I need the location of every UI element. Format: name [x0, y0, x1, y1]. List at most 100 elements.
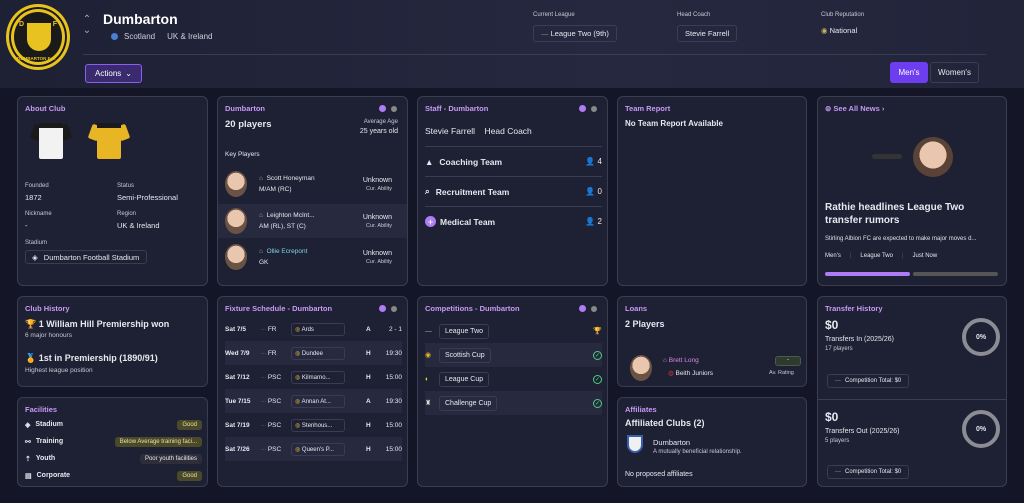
away-kit-icon — [87, 118, 131, 160]
mens-tab[interactable]: Men's — [890, 62, 928, 83]
news-carousel-active[interactable] — [825, 272, 910, 276]
medical-team-row[interactable]: + Medical Team 👤 2 — [425, 206, 602, 236]
loan-club[interactable]: ◍ Beith Juniors — [668, 369, 713, 377]
trophy-icon: 🏆 — [593, 328, 602, 335]
reputation-icon: ◉ — [821, 26, 828, 35]
loan-rating-badge: - — [775, 356, 801, 366]
stadium-icon: ◈ — [25, 421, 31, 429]
pagination-dots[interactable] — [379, 105, 397, 112]
fixture-row[interactable]: Sat 7/12 ⋯ PSC ◍ Kilmarno... H 15:00 — [225, 365, 402, 389]
coaching-team-row[interactable]: ▲ Coaching Team 👤 4 — [425, 146, 602, 176]
founded-value: 1872 — [25, 193, 42, 202]
cup-icon: ◐ — [425, 375, 430, 383]
club-badge-icon: ◍ — [295, 374, 301, 381]
affiliate-club-name[interactable]: Dumbarton — [653, 438, 690, 447]
status-value: Semi-Professional — [117, 193, 178, 202]
club-badge-icon: ◍ — [295, 350, 301, 357]
stadium-button[interactable]: ◈ Dumbarton Football Stadium — [25, 250, 148, 264]
competition-row[interactable]: — League Two 🏆 — [425, 319, 602, 343]
chevron-down-icon: ⌄ — [125, 69, 132, 78]
crest-text: DUMBARTON F.C. — [17, 56, 56, 61]
search-icon: ⌕ — [425, 186, 430, 196]
cone-icon: ▲ — [425, 156, 434, 167]
transfers-out-amount: $0 — [825, 410, 839, 424]
card-title[interactable]: Competitions - Dumbarton — [425, 304, 520, 313]
reputation-section: Club Reputation ◉ National — [821, 12, 865, 35]
womens-tab[interactable]: Women's — [930, 62, 979, 83]
card-title[interactable]: Facilities — [25, 405, 57, 414]
recruitment-team-row[interactable]: ⌕ Recruitment Team 👤 0 — [425, 176, 602, 206]
training-icon: ⚯ — [25, 438, 31, 446]
average-age: 25 years old — [359, 128, 398, 135]
check-icon: ✓ — [593, 350, 602, 360]
club-name: Dumbarton — [103, 11, 178, 27]
pagination-dots[interactable] — [379, 305, 397, 312]
home-kit-icon — [29, 118, 73, 160]
card-title[interactable]: Club History — [25, 304, 70, 313]
card-title[interactable]: Dumbarton — [225, 104, 265, 113]
card-title[interactable]: Loans — [625, 304, 647, 313]
card-title[interactable]: Transfer History — [825, 304, 883, 313]
about-club-card: About Club Founded 1872 Status Semi-Prof… — [17, 96, 208, 286]
player-avatar — [225, 244, 247, 270]
cup-icon: ◉ — [425, 352, 432, 359]
loans-card: Loans 2 Players ⌂ Brett Long ◍ Beith Jun… — [617, 296, 807, 387]
card-title[interactable]: About Club — [25, 104, 65, 113]
transfer-history-card: Transfer History $0 Transfers In (2025/2… — [817, 296, 1007, 487]
chevron-right-icon: › — [881, 104, 885, 113]
head-coach-section: Head Coach Stevie Farrell — [677, 12, 738, 42]
loans-count: 2 Players — [625, 319, 665, 329]
key-player-row[interactable]: ⌂ Leighton McInt... AM (RL), ST (C) Unkno… — [218, 204, 407, 238]
see-all-news-link[interactable]: ⊜ See All News › — [825, 104, 884, 113]
medal-icon: 🏅 — [25, 353, 37, 363]
key-player-row[interactable]: ⌂ Ollie Ecrepont GK Unknown Cur. Ability — [218, 240, 407, 274]
check-icon: ✓ — [593, 398, 602, 408]
actions-button[interactable]: Actions ⌄ — [85, 64, 142, 83]
fixture-row[interactable]: Sat 7/19 ⋯ PSC ◍ Stenhous... H 15:00 — [225, 413, 402, 437]
facility-corporate-row: ▤ Corporate Good — [25, 467, 202, 484]
key-player-row[interactable]: ⌂ Scott Honeyman M/AM (RC) Unknown Cur. Ab… — [218, 167, 407, 201]
card-title[interactable]: Fixture Schedule - Dumbarton — [225, 304, 332, 313]
head-coach-row[interactable]: Stevie Farrell Head Coach — [425, 126, 532, 136]
transfers-in-ring: 0% — [962, 318, 1000, 356]
card-title[interactable]: Team Report — [625, 104, 670, 113]
fixture-row[interactable]: Wed 7/9 ⋯ FR ◍ Dundee H 19:30 — [225, 341, 402, 365]
fixture-row[interactable]: Sat 7/26 ⋯ PSC ◍ Queen's P... H 15:00 — [225, 437, 402, 461]
competition-total-out: — Competition Total: $0 — [827, 465, 910, 479]
affiliate-club-crest — [627, 435, 643, 453]
player-avatar — [225, 208, 247, 234]
club-badge-icon: ◍ — [295, 398, 301, 405]
region-value: UK & Ireland — [117, 221, 160, 230]
pagination-dots[interactable] — [579, 105, 597, 112]
person-icon: 👤 — [585, 187, 596, 196]
competition-row[interactable]: ◉ Scottish Cup ✓ — [425, 343, 602, 367]
affiliates-card: Affiliates Affiliated Clubs (2) Dumbarto… — [617, 397, 807, 487]
news-headline[interactable]: Rathie headlines League Two transfer rum… — [825, 201, 1000, 227]
card-title[interactable]: Staff - Dumbarton — [425, 104, 488, 113]
card-title[interactable]: Affiliates — [625, 405, 657, 414]
head-coach-value[interactable]: Stevie Farrell — [677, 25, 738, 42]
club-badge-icon: ◍ — [295, 422, 301, 429]
current-league-section: Current League — League Two (9th) — [533, 12, 617, 42]
squad-count: 20 players — [225, 119, 272, 130]
transfers-in-amount: $0 — [825, 318, 839, 332]
news-carousel-inactive[interactable] — [913, 272, 998, 276]
region-link[interactable]: UK & Ireland — [167, 32, 212, 41]
affiliated-clubs-heading: Affiliated Clubs (2) — [625, 418, 705, 428]
competition-row[interactable]: ♜ Challenge Cup ✓ — [425, 391, 602, 415]
fixture-row[interactable]: Tue 7/15 ⋯ PSC ◍ Annan At... A 19:30 — [225, 389, 402, 413]
facility-youth-row: ⇡ Youth Poor youth facilities — [25, 450, 202, 467]
staff-card: Staff - Dumbarton Stevie Farrell Head Co… — [417, 96, 608, 286]
nickname-value: - — [25, 221, 28, 230]
pagination-dots[interactable] — [579, 305, 597, 312]
current-league-value[interactable]: — League Two (9th) — [533, 25, 617, 42]
competition-row[interactable]: ◐ League Cup ✓ — [425, 367, 602, 391]
loan-player-info[interactable]: ⌂ Brett Long — [663, 357, 699, 364]
switch-club-arrows-icon[interactable]: ⌃ ⌄ — [82, 14, 92, 36]
fixture-row[interactable]: Sat 7/5 ⋯ FR ◍ Ards A 2 - 1 — [225, 317, 402, 341]
medical-plus-icon: + — [425, 216, 436, 227]
loan-player-avatar — [630, 355, 652, 381]
competitions-card: Competitions - Dumbarton — League Two 🏆 ◉ S… — [417, 296, 608, 487]
country-link[interactable]: Scotland — [124, 32, 155, 41]
person-icon: 👤 — [585, 217, 596, 226]
